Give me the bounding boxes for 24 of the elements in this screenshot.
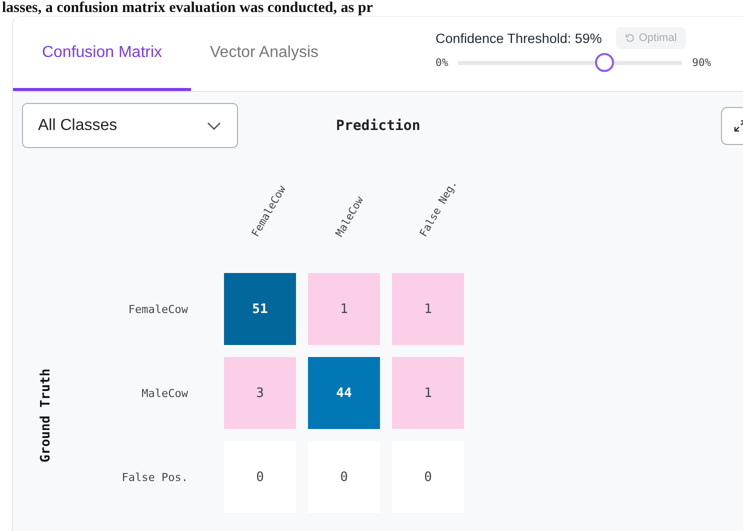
row-label: MaleCow (142, 386, 189, 400)
matrix-cell: 1 (392, 273, 464, 345)
matrix-cell: 0 (392, 441, 464, 513)
threshold-label: Confidence Threshold: 59% (436, 30, 602, 46)
row-label: FemaleCow (128, 302, 189, 316)
matrix-cell: 44 (308, 357, 380, 429)
axis-title: Prediction (336, 118, 420, 134)
slider-thumb[interactable] (595, 53, 614, 72)
reset-icon (624, 33, 635, 43)
matrix-cell: 1 (308, 273, 380, 345)
matrix-cell: 51 (224, 273, 296, 345)
matrix-cell: 3 (224, 357, 296, 429)
slider-max-label: 90% (692, 57, 712, 69)
document-text: lasses, a confusion matrix evaluation was conducted, as pr (1, 0, 374, 16)
matrix-cell: 0 (224, 441, 296, 513)
class-dropdown[interactable]: All Classes (22, 103, 238, 148)
axis-title: Ground Truth (38, 368, 54, 462)
matrix-cell: 0 (308, 441, 380, 513)
row-label: False Pos. (122, 470, 189, 484)
tab[interactable]: Vector Analysis (191, 17, 338, 91)
matrix-cell: 1 (392, 357, 464, 429)
slider-min-label: 0% (436, 57, 448, 69)
expand-icon (733, 118, 743, 132)
chevron-down-icon (207, 122, 221, 130)
